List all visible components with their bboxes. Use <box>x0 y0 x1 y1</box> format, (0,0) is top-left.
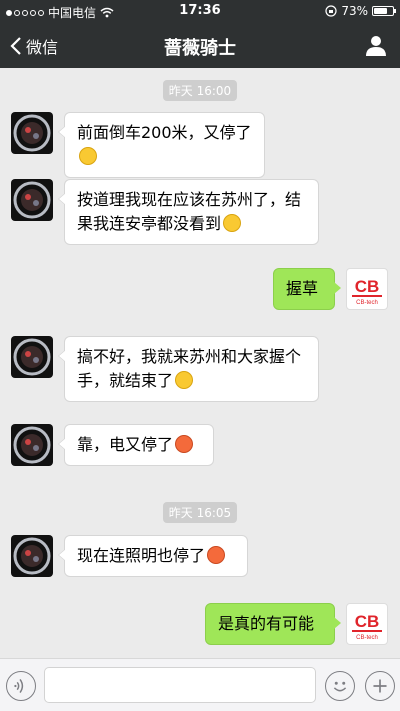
cb-logo-caption: CB-tech <box>356 300 378 306</box>
emoji-icon <box>175 371 194 389</box>
my-avatar[interactable]: CB CB-tech <box>346 268 388 310</box>
timestamp: 昨天 16:00 <box>0 80 400 101</box>
battery-percent: 73% <box>341 4 368 18</box>
contact-avatar[interactable] <box>11 535 53 577</box>
emoji-icon <box>175 435 194 453</box>
contact-avatar[interactable] <box>11 179 53 221</box>
profile-icon[interactable] <box>364 33 388 57</box>
message-bubble[interactable]: 前面倒车200米，又停了 <box>58 112 265 178</box>
input-bar <box>0 658 400 711</box>
more-options-icon[interactable] <box>365 671 395 701</box>
contact-avatar[interactable] <box>11 424 53 466</box>
cb-logo-text: CB <box>355 277 380 296</box>
cb-logo-text: CB <box>355 612 380 631</box>
voice-input-icon[interactable] <box>6 671 36 701</box>
rotation-lock-icon <box>325 5 337 17</box>
my-avatar[interactable]: CB CB-tech <box>346 603 388 645</box>
timestamp: 昨天 16:05 <box>0 502 400 523</box>
cb-logo-caption: CB-tech <box>356 635 378 641</box>
message-input[interactable] <box>44 667 316 703</box>
contact-avatar[interactable] <box>11 112 53 154</box>
contact-avatar[interactable] <box>11 336 53 378</box>
battery-icon <box>372 6 396 16</box>
chat-title: 蔷薇骑士 <box>164 38 236 59</box>
message-bubble[interactable]: 按道理我现在应该在苏州了，结果我连安亭都没看到 <box>58 179 319 245</box>
emoji-picker-icon[interactable] <box>325 671 355 701</box>
status-bar: 中国电信 17:36 73% <box>0 0 400 22</box>
message-bubble-sent[interactable]: 握草 <box>273 268 341 310</box>
message-bubble[interactable]: 搞不好，我就来苏州和大家握个手，就结束了 <box>58 336 319 402</box>
emoji-icon <box>207 546 226 564</box>
emoji-icon <box>79 147 97 165</box>
message-bubble[interactable]: 靠，电又停了 <box>58 424 214 466</box>
message-bubble[interactable]: 现在连照明也停了 <box>58 535 248 577</box>
message-bubble-sent[interactable]: 是真的有可能 <box>205 603 341 645</box>
emoji-icon <box>223 214 242 232</box>
chat-history[interactable]: 昨天 16:00 前面倒车200米，又停了 按道理我现在应该在苏州了，结果我连安… <box>0 68 400 658</box>
navigation-bar: 微信 蔷薇骑士 <box>0 22 400 68</box>
